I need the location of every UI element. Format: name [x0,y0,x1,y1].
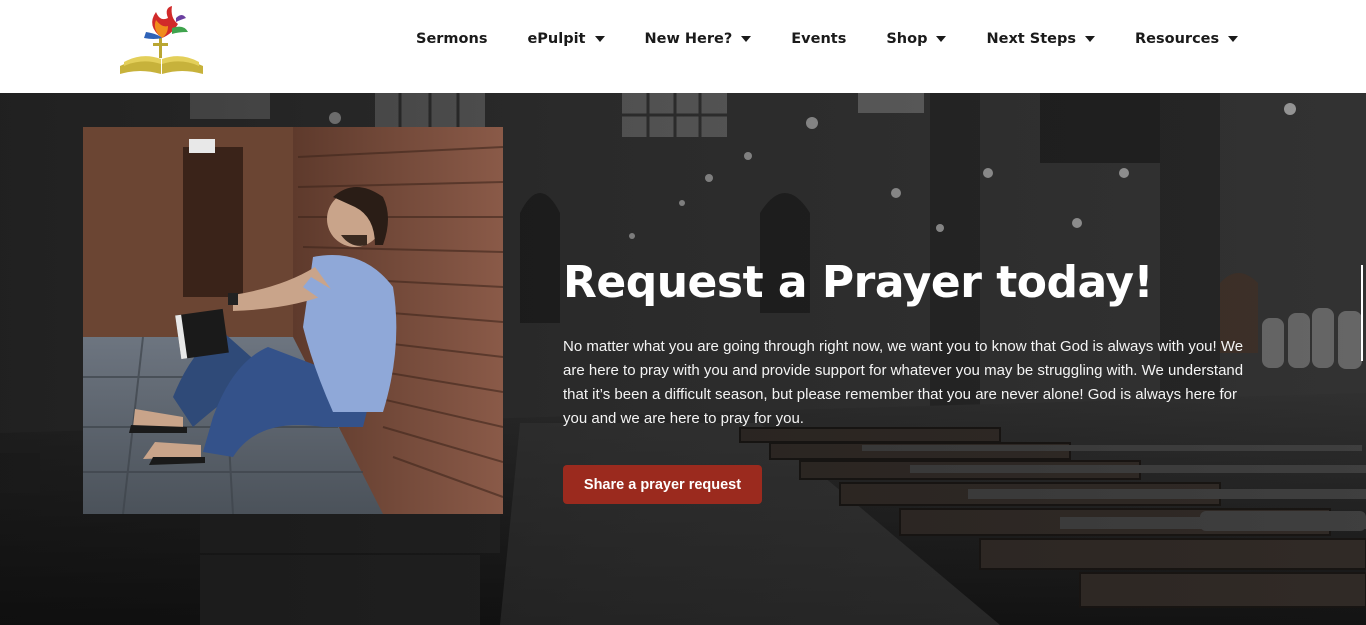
church-logo[interactable] [116,4,208,76]
nav-item-label: Events [791,31,847,47]
hero-title: Request a Prayer today! [563,257,1154,308]
nav-item-label: Next Steps [986,31,1076,47]
nav-item-label: Sermons [416,31,488,47]
caret-down-icon [594,36,605,42]
caret-down-icon [936,36,947,42]
caret-down-icon [741,36,752,42]
caret-down-icon [1085,36,1095,42]
scroll-indicator [1361,265,1363,361]
nav-item-new-here[interactable]: New Here? [625,31,772,47]
caret-down-icon [1228,36,1239,42]
nav-item-label: Resources [1135,31,1220,47]
nav-item-shop[interactable]: Shop [866,31,966,47]
nav-item-epulpit[interactable]: ePulpit [507,31,624,47]
hero-description: No matter what you are going through rig… [563,338,1244,427]
praying-man-photo [83,127,503,514]
nav-item-events[interactable]: Events [771,31,866,47]
nav-item-sermons[interactable]: Sermons [396,31,507,47]
main-nav: Sermons ePulpit New Here? Events Shop Ne… [396,0,1258,78]
nav-item-label: ePulpit [527,31,586,47]
site-header: Sermons ePulpit New Here? Events Shop Ne… [0,0,1366,93]
nav-item-next-steps[interactable]: Next Steps [966,31,1115,47]
prayer-hero-section: Request a Prayer today! No matter what y… [0,93,1366,625]
nav-item-resources[interactable]: Resources [1115,31,1258,47]
nav-item-label: New Here? [644,31,733,47]
share-prayer-request-button[interactable]: Share a prayer request [563,465,762,504]
nav-item-label: Shop [886,31,928,47]
